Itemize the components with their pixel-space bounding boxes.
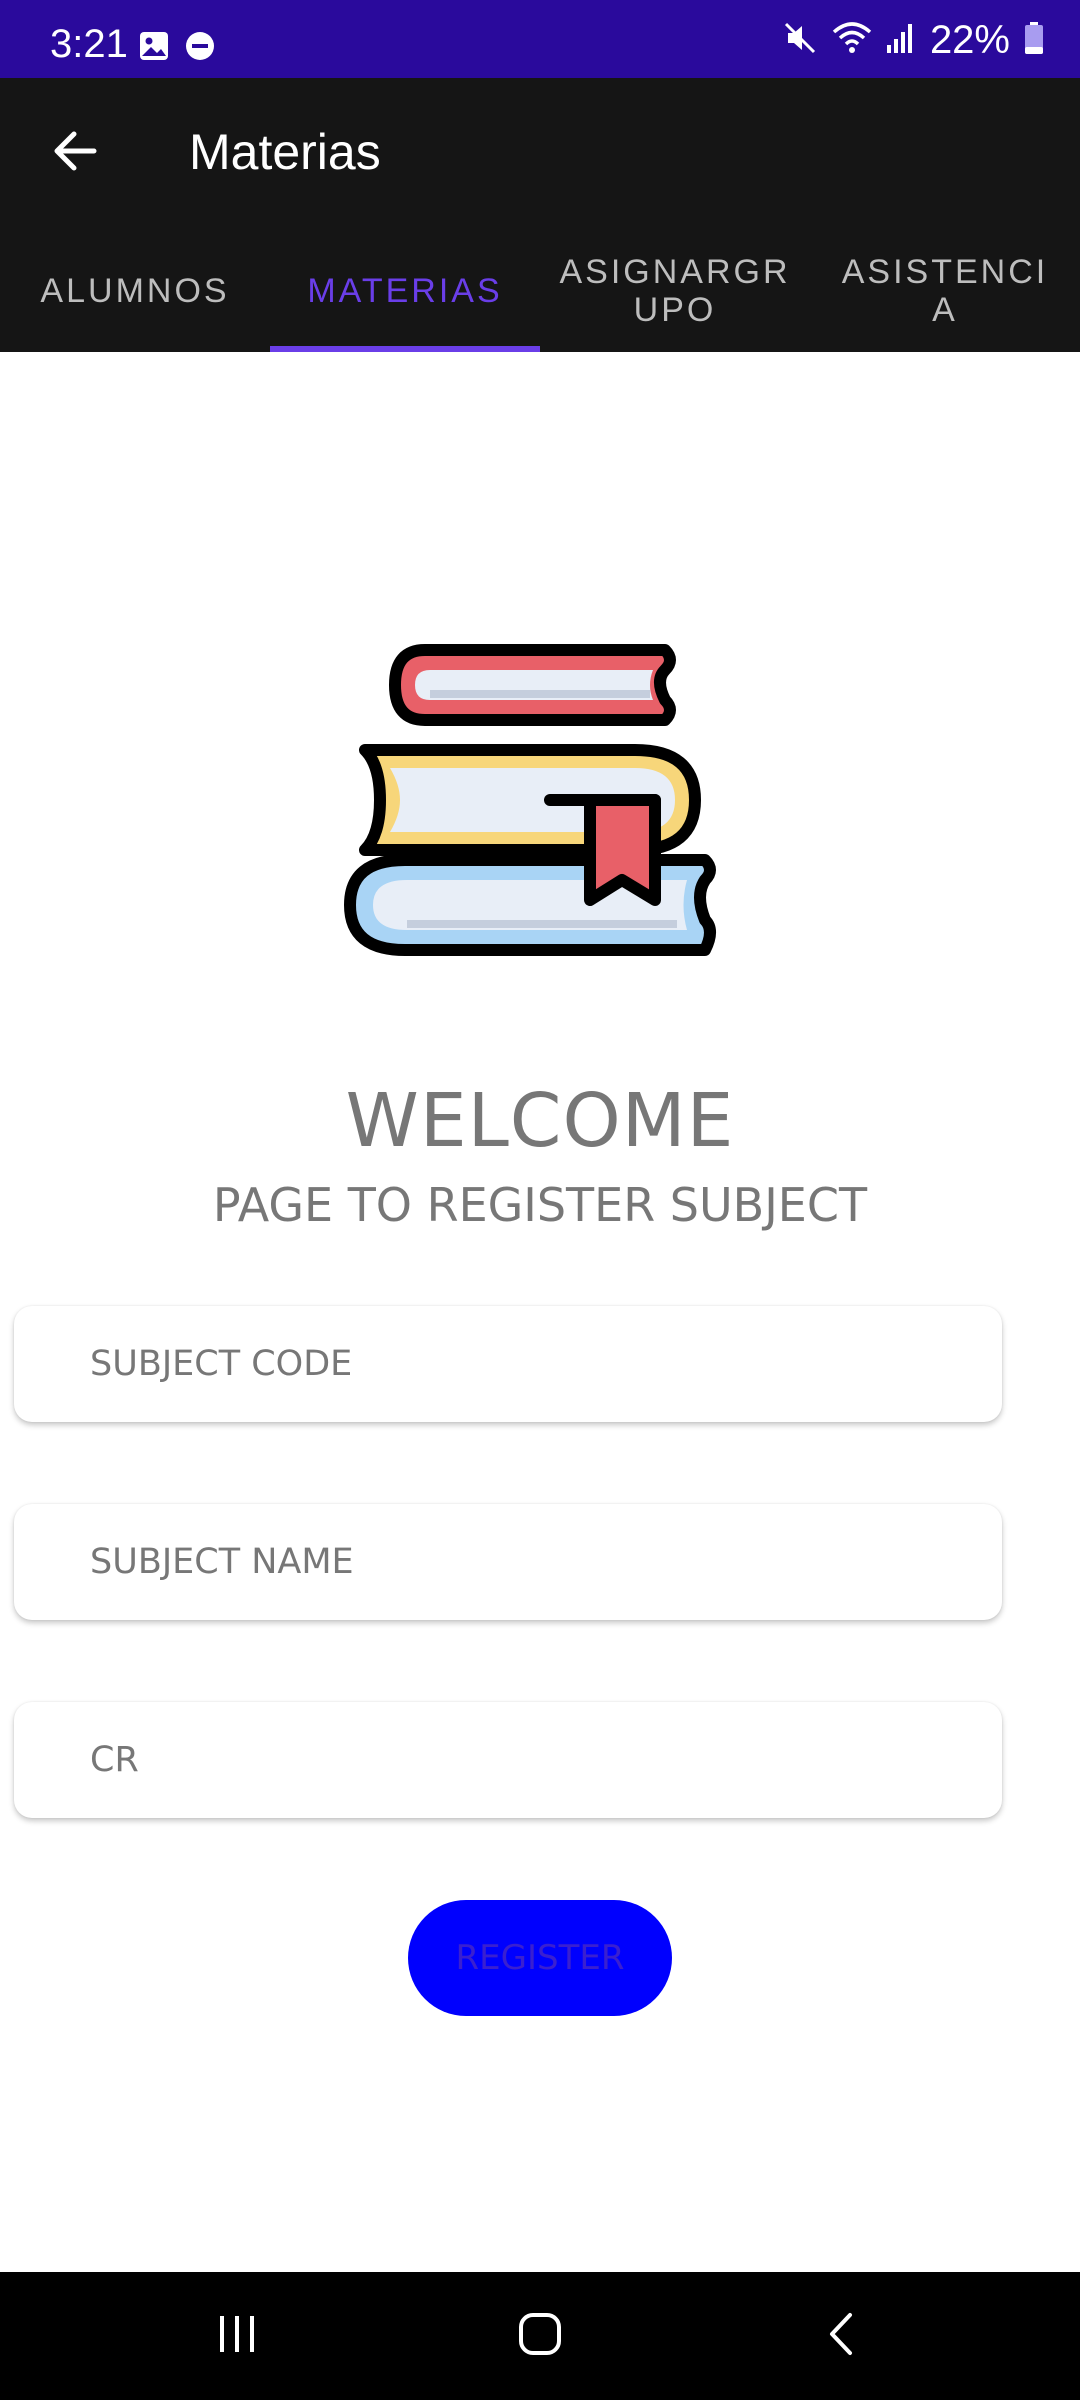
tab-materias[interactable]: MATERIAS (270, 230, 540, 352)
home-button[interactable] (500, 2306, 580, 2366)
status-left-icons (138, 30, 216, 67)
subject-name-input[interactable] (14, 1504, 1002, 1620)
credits-input[interactable] (14, 1702, 1002, 1818)
mute-icon (782, 20, 818, 61)
wifi-icon (832, 20, 872, 61)
status-time: 3:21 (50, 22, 128, 66)
welcome-title: WELCOME (345, 1078, 735, 1164)
battery-percent: 22% (929, 18, 1010, 62)
books-stack-icon (335, 630, 745, 980)
subject-code-input[interactable] (14, 1306, 1002, 1422)
credits-field (14, 1702, 1002, 1818)
status-bar: 3:21 22% (0, 0, 1080, 78)
tab-alumnos[interactable]: ALUMNOS (0, 230, 270, 352)
battery-icon (1024, 21, 1044, 60)
recents-icon (214, 2312, 260, 2361)
image-icon (138, 30, 170, 67)
signal-icon (886, 21, 916, 60)
subject-name-field (14, 1504, 1002, 1620)
system-nav-bar (0, 2272, 1080, 2400)
arrow-back-icon (52, 128, 98, 179)
nav-back-button[interactable] (802, 2306, 882, 2366)
app-bar: Materias (0, 78, 1080, 230)
welcome-subtitle: PAGE TO REGISTER SUBJECT (212, 1178, 868, 1232)
home-icon (517, 2311, 563, 2362)
do-not-disturb-icon (184, 30, 216, 67)
tab-indicator (270, 346, 540, 352)
page-title: Materias (189, 124, 381, 180)
back-button[interactable] (40, 118, 110, 188)
tab-bar: ALUMNOS MATERIAS ASIGNARGR UPO ASISTENCI… (0, 230, 1080, 352)
status-right-icons: 22% (782, 18, 1044, 63)
tab-asignargrupo[interactable]: ASIGNARGR UPO (540, 230, 810, 352)
subject-code-field (14, 1306, 1002, 1422)
tab-asistencia[interactable]: ASISTENCI A (810, 230, 1080, 352)
recents-button[interactable] (197, 2306, 277, 2366)
register-button[interactable]: REGISTER (408, 1900, 672, 2016)
back-icon (822, 2311, 862, 2362)
